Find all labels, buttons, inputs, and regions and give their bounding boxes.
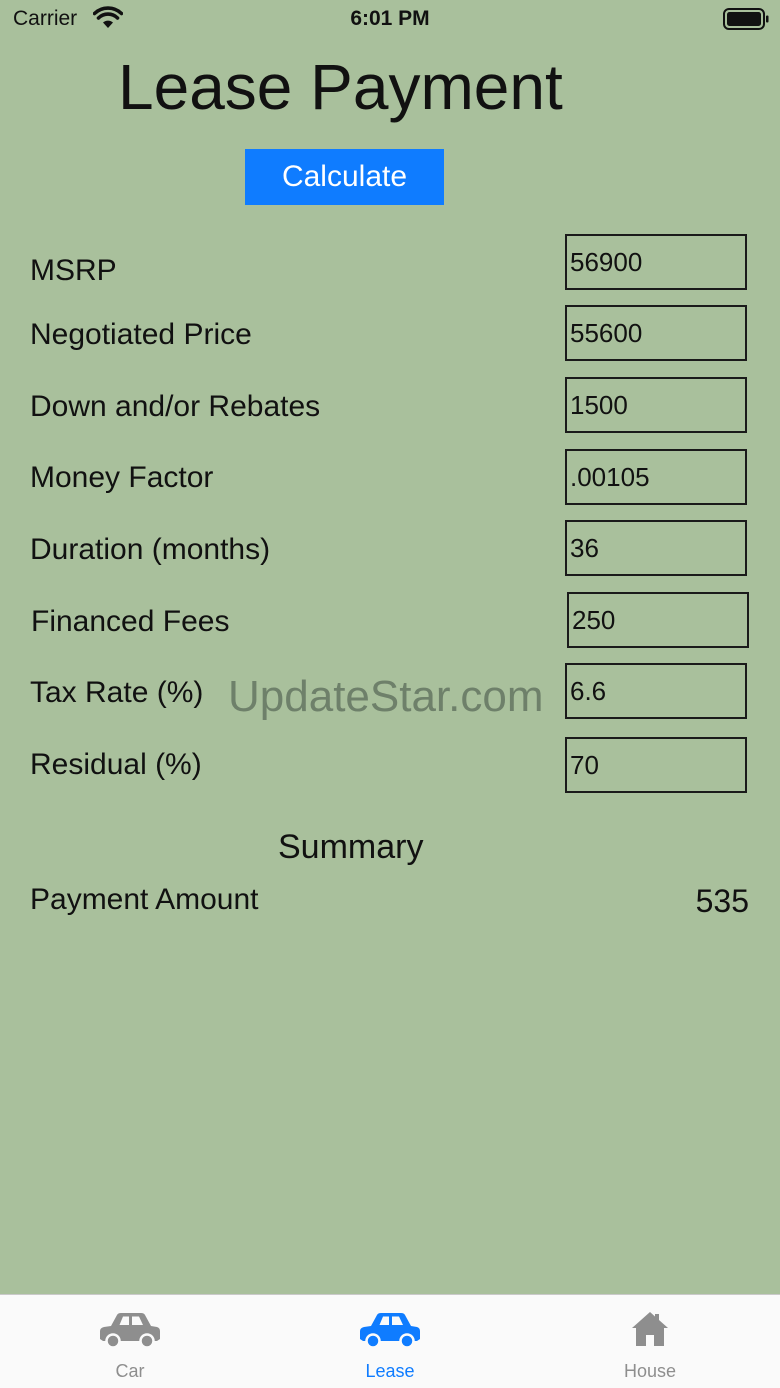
- status-bar: Carrier 6:01 PM: [0, 0, 780, 40]
- tab-lease-label: Lease: [365, 1361, 415, 1381]
- tax-rate-label: Tax Rate (%): [30, 676, 204, 709]
- page-title: Lease Payment: [118, 51, 563, 123]
- car-icon: [360, 1313, 420, 1349]
- tab-car[interactable]: Car: [0, 1295, 260, 1388]
- watermark: UpdateStar.com: [228, 672, 544, 721]
- financed-fees-field[interactable]: [567, 592, 749, 648]
- financed-fees-label: Financed Fees: [31, 605, 230, 638]
- payment-amount-label: Payment Amount: [30, 883, 259, 916]
- summary-title: Summary: [278, 828, 424, 866]
- msrp-field[interactable]: [565, 234, 747, 290]
- negotiated-price-field[interactable]: [565, 305, 747, 361]
- money-factor-label: Money Factor: [30, 461, 214, 494]
- status-time: 6:01 PM: [350, 7, 430, 30]
- tab-lease[interactable]: Lease: [260, 1295, 520, 1388]
- tax-rate-field[interactable]: [565, 663, 747, 719]
- house-icon: [632, 1312, 668, 1346]
- down-rebates-label: Down and/or Rebates: [30, 390, 321, 423]
- down-rebates-field[interactable]: [565, 377, 747, 433]
- battery-icon: [723, 8, 769, 30]
- car-icon: [100, 1313, 160, 1349]
- payment-amount-value: 535: [695, 883, 749, 919]
- msrp-label: MSRP: [30, 254, 117, 287]
- residual-label: Residual (%): [30, 748, 202, 781]
- tab-bar: Car Lease House: [0, 1294, 780, 1388]
- calculate-button[interactable]: Calculate: [245, 149, 444, 205]
- money-factor-field[interactable]: [565, 449, 747, 505]
- negotiated-price-label: Negotiated Price: [30, 318, 252, 351]
- residual-field[interactable]: [565, 737, 747, 793]
- tab-car-label: Car: [115, 1361, 145, 1381]
- tab-house[interactable]: House: [520, 1295, 780, 1388]
- duration-field[interactable]: [565, 520, 747, 576]
- tab-house-label: House: [623, 1361, 677, 1381]
- duration-label: Duration (months): [30, 533, 271, 566]
